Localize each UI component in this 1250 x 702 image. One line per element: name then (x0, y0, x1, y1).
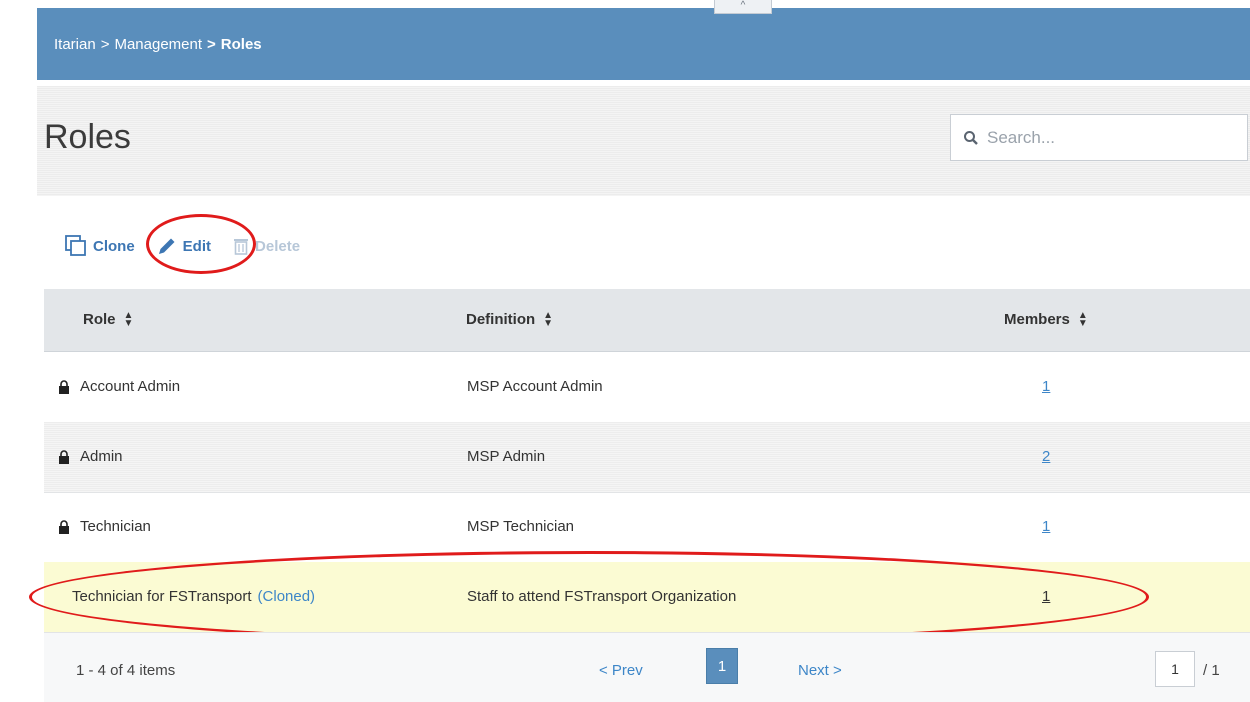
table-row[interactable]: Admin MSP Admin 2 (44, 422, 1250, 493)
page-title: Roles (44, 118, 131, 156)
breadcrumb-item-management[interactable]: Management (114, 36, 202, 53)
column-label: Role (83, 311, 116, 328)
role-definition: MSP Technician (467, 518, 575, 535)
column-label: Definition (466, 311, 536, 328)
table-row[interactable]: Account Admin MSP Account Admin 1 (44, 352, 1250, 423)
prev-page-button[interactable]: < Prev (599, 662, 643, 679)
clone-label: Clone (93, 237, 135, 255)
top-bar: Itarian > Management > Roles (37, 8, 1250, 80)
row-highlight-annotation (29, 551, 1149, 643)
total-pages: / 1 (1203, 662, 1220, 679)
role-name: Technician (80, 518, 151, 535)
breadcrumb-separator: > (207, 36, 216, 53)
sort-icon: ▲ ▼ (1077, 309, 1088, 329)
sort-icon: ▲ ▼ (543, 309, 554, 329)
breadcrumb-current: Roles (220, 36, 262, 53)
lock-icon (59, 449, 69, 464)
page-number-input[interactable] (1155, 651, 1195, 687)
collapse-header-button[interactable]: ^ (714, 0, 772, 14)
search-icon (964, 130, 978, 145)
breadcrumb: Itarian > Management > Roles (54, 36, 262, 53)
table-header: Role ▲ ▼ Definition ▲ ▼ Members ▲ ▼ (44, 289, 1250, 352)
clone-icon (65, 235, 87, 257)
edit-highlight-annotation (146, 214, 256, 274)
pagination-bar: 1 - 4 of 4 items < Prev 1 Next > / 1 (44, 632, 1250, 702)
next-page-button[interactable]: Next > (798, 662, 842, 679)
role-definition: MSP Account Admin (467, 378, 603, 395)
lock-icon (59, 519, 69, 534)
role-name: Admin (80, 448, 123, 465)
breadcrumb-item-itarian[interactable]: Itarian (54, 36, 96, 53)
breadcrumb-separator: > (100, 36, 110, 53)
column-label: Members (1004, 311, 1070, 328)
page-number-button[interactable]: 1 (706, 648, 738, 684)
lock-icon (59, 379, 69, 394)
pagination-info: 1 - 4 of 4 items (76, 662, 176, 679)
column-header-role[interactable]: Role ▲ ▼ (83, 309, 134, 329)
role-definition: MSP Admin (467, 448, 546, 465)
members-link[interactable]: 1 (1042, 378, 1050, 395)
members-link[interactable]: 1 (1042, 518, 1050, 535)
delete-label: Delete (255, 237, 301, 255)
sort-icon: ▲ ▼ (123, 309, 134, 329)
clone-button[interactable]: Clone (65, 235, 135, 257)
search-box[interactable] (950, 114, 1248, 161)
search-input[interactable] (985, 126, 1239, 149)
role-name: Account Admin (80, 378, 181, 395)
column-header-definition[interactable]: Definition ▲ ▼ (466, 309, 554, 329)
column-header-members[interactable]: Members ▲ ▼ (1004, 309, 1088, 329)
members-link[interactable]: 2 (1042, 448, 1050, 465)
